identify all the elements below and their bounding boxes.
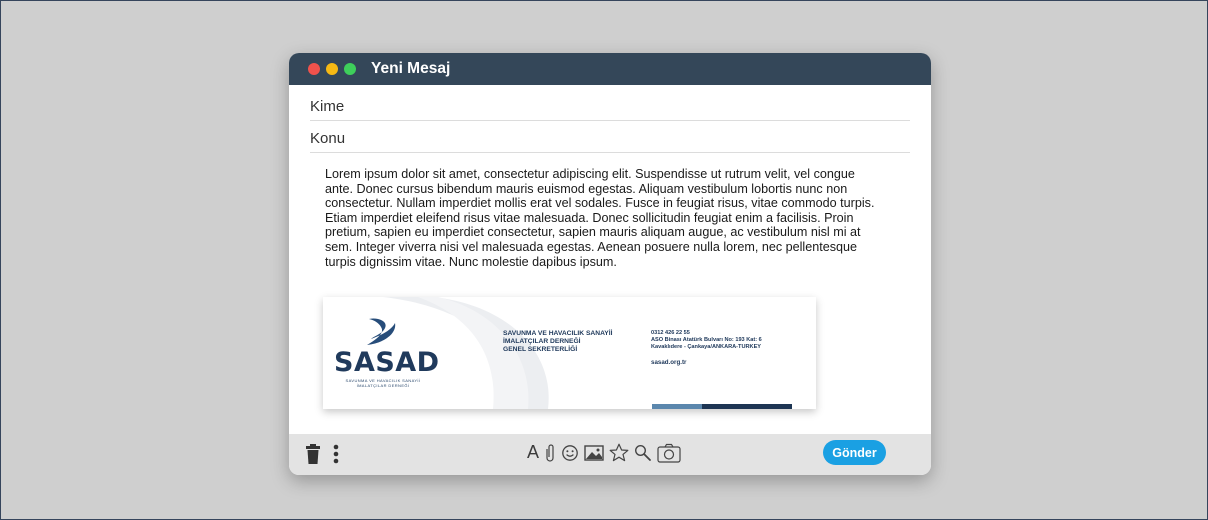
sasad-logo-subtitle: SAVUNMA VE HAVACILIK SANAYİİ İMALATÇILAR… bbox=[333, 378, 433, 388]
signature-accent-bar bbox=[702, 404, 792, 409]
attachment-icon[interactable] bbox=[544, 443, 556, 463]
recipient-field[interactable]: Kime bbox=[310, 89, 910, 121]
formatting-tools: A bbox=[527, 442, 681, 463]
window-title: Yeni Mesaj bbox=[371, 60, 451, 77]
compose-window: Yeni Mesaj Kime Konu Lorem ipsum dolor s… bbox=[289, 53, 931, 475]
send-button[interactable]: Gönder bbox=[823, 440, 886, 465]
emoji-icon[interactable] bbox=[561, 444, 579, 462]
zoom-window-button[interactable] bbox=[344, 63, 356, 75]
title-bar: Yeni Mesaj bbox=[289, 53, 931, 85]
minimize-window-button[interactable] bbox=[326, 63, 338, 75]
star-icon[interactable] bbox=[609, 443, 629, 462]
camera-icon[interactable] bbox=[657, 443, 681, 463]
trash-icon[interactable] bbox=[306, 444, 320, 464]
search-icon[interactable] bbox=[634, 444, 652, 462]
logo-subtitle-line: İMALATÇILAR DERNEĞİ bbox=[356, 383, 410, 388]
signature-contact: 0312 426 22 55 ASO Binası Atatürk Bulvar… bbox=[651, 330, 762, 366]
signature-website: sasad.org.tr bbox=[651, 358, 687, 366]
signature-organization: SAVUNMA VE HAVACILIK SANAYİİ İMALATÇILAR… bbox=[503, 330, 612, 354]
image-icon[interactable] bbox=[584, 444, 604, 462]
email-signature: SASAD SAVUNMA VE HAVACILIK SANAYİİ İMALA… bbox=[323, 297, 816, 409]
org-name-line: İMALATÇILAR DERNEĞİ bbox=[503, 338, 581, 345]
signature-phone: 0312 426 22 55 bbox=[651, 330, 690, 336]
signature-accent-bar bbox=[652, 404, 702, 409]
sasad-logo-text: SASAD bbox=[334, 347, 440, 378]
org-name-line: SAVUNMA VE HAVACILIK SANAYİİ bbox=[503, 330, 613, 337]
font-icon[interactable]: A bbox=[527, 442, 539, 463]
org-name-line: GENEL SEKRETERLİĞİ bbox=[503, 346, 578, 353]
signature-address-line: Kavaklıdere - Çankaya/ANKARA-TURKEY bbox=[651, 344, 762, 351]
close-window-button[interactable] bbox=[308, 63, 320, 75]
sasad-logo-mark-icon bbox=[367, 318, 396, 345]
signature-address-line: ASO Binası Atatürk Bulvarı No: 193 Kat: … bbox=[651, 337, 762, 344]
message-body[interactable]: Lorem ipsum dolor sit amet, consectetur … bbox=[325, 167, 877, 269]
subject-field[interactable]: Konu bbox=[310, 121, 910, 153]
compose-toolbar: A Gönder bbox=[289, 434, 931, 475]
more-vertical-icon[interactable] bbox=[333, 444, 339, 464]
